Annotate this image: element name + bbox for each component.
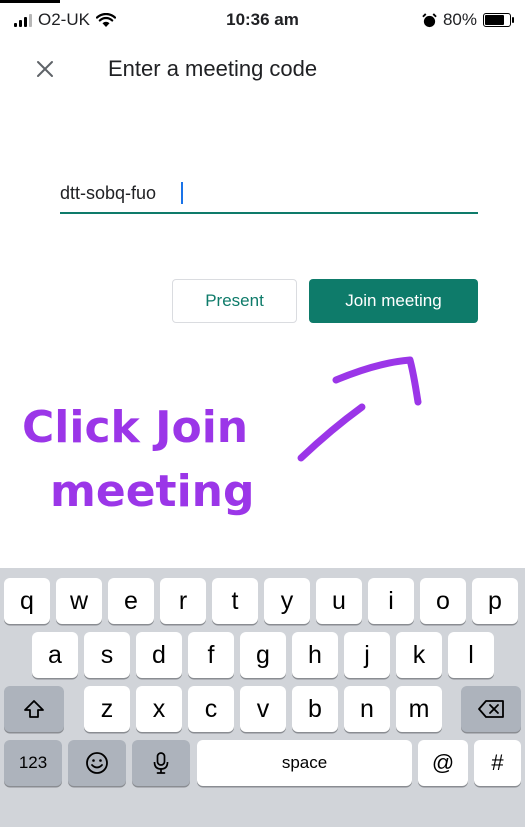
key-r[interactable]: r bbox=[160, 578, 206, 624]
key-q[interactable]: q bbox=[4, 578, 50, 624]
key-a[interactable]: a bbox=[32, 632, 78, 678]
backspace-key[interactable] bbox=[461, 686, 521, 732]
close-icon bbox=[37, 61, 53, 77]
status-bar: O2-UK 10:36 am 80% bbox=[0, 0, 525, 40]
keyboard-row-3: z x c v b n m bbox=[0, 686, 525, 734]
meeting-code-input[interactable] bbox=[60, 178, 478, 208]
key-u[interactable]: u bbox=[316, 578, 362, 624]
numbers-key[interactable]: 123 bbox=[4, 740, 62, 786]
annotation-text-line2: meeting bbox=[50, 466, 255, 517]
key-b[interactable]: b bbox=[292, 686, 338, 732]
alarm-icon bbox=[422, 12, 437, 27]
dictation-key[interactable] bbox=[132, 740, 190, 786]
key-o[interactable]: o bbox=[420, 578, 466, 624]
battery-percent: 80% bbox=[442, 10, 477, 29]
emoji-icon bbox=[86, 752, 108, 774]
key-k[interactable]: k bbox=[396, 632, 442, 678]
keyboard-row-4: 123 space @ # bbox=[0, 740, 525, 788]
keyboard-row-1: q w e r t y u i o p bbox=[0, 578, 525, 626]
key-c[interactable]: c bbox=[188, 686, 234, 732]
page-title: Enter a meeting code bbox=[108, 56, 318, 81]
shift-icon bbox=[24, 700, 44, 718]
key-y[interactable]: y bbox=[264, 578, 310, 624]
at-key[interactable]: @ bbox=[418, 740, 468, 786]
key-x[interactable]: x bbox=[136, 686, 182, 732]
key-t[interactable]: t bbox=[212, 578, 258, 624]
backspace-icon bbox=[478, 700, 504, 718]
keyboard-row-2: a s d f g h j k l bbox=[0, 632, 525, 680]
microphone-icon bbox=[153, 752, 169, 774]
shift-key[interactable] bbox=[4, 686, 64, 732]
battery-icon bbox=[483, 13, 514, 27]
key-e[interactable]: e bbox=[108, 578, 154, 624]
meeting-code-field[interactable] bbox=[60, 178, 478, 214]
present-button[interactable]: Present bbox=[172, 279, 297, 323]
key-d[interactable]: d bbox=[136, 632, 182, 678]
emoji-key[interactable] bbox=[68, 740, 126, 786]
key-f[interactable]: f bbox=[188, 632, 234, 678]
close-button[interactable] bbox=[30, 54, 60, 84]
key-z[interactable]: z bbox=[84, 686, 130, 732]
key-j[interactable]: j bbox=[344, 632, 390, 678]
key-i[interactable]: i bbox=[368, 578, 414, 624]
app-header: Enter a meeting code bbox=[0, 48, 525, 92]
status-right: 80% bbox=[422, 10, 514, 30]
key-p[interactable]: p bbox=[472, 578, 518, 624]
key-h[interactable]: h bbox=[292, 632, 338, 678]
key-w[interactable]: w bbox=[56, 578, 102, 624]
key-l[interactable]: l bbox=[448, 632, 494, 678]
hash-key[interactable]: # bbox=[474, 740, 521, 786]
key-n[interactable]: n bbox=[344, 686, 390, 732]
annotation-text-line1: Click Join bbox=[22, 402, 249, 453]
key-m[interactable]: m bbox=[396, 686, 442, 732]
space-key[interactable]: space bbox=[197, 740, 412, 786]
text-cursor bbox=[181, 182, 183, 204]
onscreen-keyboard: q w e r t y u i o p a s d f g h j k l z … bbox=[0, 568, 525, 827]
join-meeting-button[interactable]: Join meeting bbox=[309, 279, 478, 323]
key-v[interactable]: v bbox=[240, 686, 286, 732]
key-s[interactable]: s bbox=[84, 632, 130, 678]
key-g[interactable]: g bbox=[240, 632, 286, 678]
